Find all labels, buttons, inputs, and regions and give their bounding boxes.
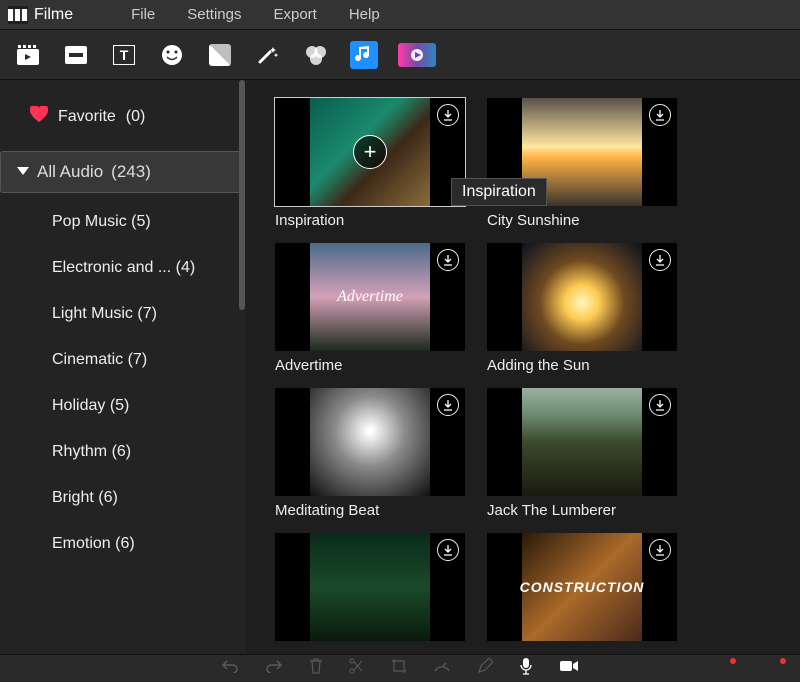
- sidebar-category[interactable]: Holiday (5): [0, 383, 245, 429]
- audio-card[interactable]: Advertime Advertime: [275, 243, 465, 374]
- download-icon[interactable]: [437, 104, 459, 126]
- audio-card-label: Advertime: [275, 357, 465, 374]
- sticker-tab-icon[interactable]: [158, 41, 186, 69]
- audio-thumbnail[interactable]: +: [275, 98, 465, 206]
- sidebar-category-all-audio[interactable]: All Audio (243): [0, 151, 245, 193]
- audio-card[interactable]: [275, 533, 465, 641]
- audio-card-label: City Sunshine: [487, 212, 677, 229]
- media-tab-icon[interactable]: [14, 41, 42, 69]
- resources-tab-icon[interactable]: [398, 43, 436, 67]
- tooltip: Inspiration: [451, 178, 547, 206]
- audio-card[interactable]: CONSTRUCTION: [487, 533, 677, 641]
- download-icon[interactable]: [649, 104, 671, 126]
- all-audio-count: (243): [111, 162, 151, 182]
- audio-card[interactable]: Meditating Beat: [275, 388, 465, 519]
- audio-card[interactable]: Jack The Lumberer: [487, 388, 677, 519]
- menu-file[interactable]: File: [117, 2, 169, 27]
- menu-settings[interactable]: Settings: [173, 2, 255, 27]
- download-icon[interactable]: [649, 539, 671, 561]
- app-logo: Filme: [8, 6, 113, 24]
- audio-thumbnail[interactable]: CONSTRUCTION: [487, 533, 677, 641]
- content: Favorite (0) All Audio (243) Pop Music (…: [0, 80, 800, 654]
- thumb-overlay-text: Advertime: [337, 288, 403, 306]
- audio-thumbnail[interactable]: [487, 243, 677, 351]
- sidebar-category[interactable]: Light Music (7): [0, 291, 245, 337]
- add-icon[interactable]: +: [353, 135, 387, 169]
- logo-icon: [8, 6, 28, 24]
- notification-dot: [780, 658, 786, 664]
- text-tab-icon[interactable]: T: [110, 41, 138, 69]
- voiceover-icon[interactable]: [519, 657, 533, 680]
- menu-export[interactable]: Export: [259, 2, 330, 27]
- subtitle-tab-icon[interactable]: [62, 41, 90, 69]
- audio-card-label: Jack The Lumberer: [487, 502, 677, 519]
- audio-thumbnail[interactable]: [487, 388, 677, 496]
- sidebar-category[interactable]: Electronic and ... (4): [0, 245, 245, 291]
- transition-tab-icon[interactable]: [206, 41, 234, 69]
- bottombar: [0, 654, 800, 682]
- undo-icon[interactable]: [221, 659, 239, 678]
- favorite-count: (0): [126, 108, 146, 126]
- sidebar-category[interactable]: Pop Music (5): [0, 199, 245, 245]
- sidebar-category[interactable]: Rhythm (6): [0, 429, 245, 475]
- effects-tab-icon[interactable]: [254, 41, 282, 69]
- sidebar-category[interactable]: Emotion (6): [0, 521, 245, 567]
- audio-card-label: Adding the Sun: [487, 357, 677, 374]
- sidebar-favorite[interactable]: Favorite (0): [0, 98, 245, 135]
- all-audio-label: All Audio: [37, 162, 103, 182]
- audio-thumbnail[interactable]: [275, 533, 465, 641]
- app-name: Filme: [34, 6, 73, 24]
- audio-thumbnail[interactable]: [275, 388, 465, 496]
- sidebar-category[interactable]: Bright (6): [0, 475, 245, 521]
- toolbar: T: [0, 30, 800, 80]
- heart-icon: [30, 106, 48, 127]
- filters-tab-icon[interactable]: [302, 41, 330, 69]
- download-icon[interactable]: [437, 539, 459, 561]
- audio-grid: + Inspiration City Sunshine Advertime: [245, 80, 800, 654]
- menu-help[interactable]: Help: [335, 2, 394, 27]
- thumb-overlay-text: CONSTRUCTION: [520, 579, 645, 595]
- split-icon[interactable]: [349, 658, 365, 679]
- download-icon[interactable]: [437, 394, 459, 416]
- audio-card[interactable]: City Sunshine: [487, 98, 677, 229]
- speed-icon[interactable]: [433, 659, 451, 678]
- crop-icon[interactable]: [391, 658, 407, 679]
- delete-icon[interactable]: [309, 658, 323, 679]
- titlebar: Filme File Settings Export Help: [0, 0, 800, 30]
- download-icon[interactable]: [649, 394, 671, 416]
- audio-tab-icon[interactable]: [350, 41, 378, 69]
- download-icon[interactable]: [437, 249, 459, 271]
- favorite-label: Favorite: [58, 108, 116, 126]
- sidebar-category[interactable]: Cinematic (7): [0, 337, 245, 383]
- redo-icon[interactable]: [265, 659, 283, 678]
- svg-text:T: T: [120, 47, 129, 63]
- audio-card-label: Inspiration: [275, 212, 465, 229]
- record-icon[interactable]: [559, 659, 579, 678]
- audio-card[interactable]: + Inspiration: [275, 98, 465, 229]
- audio-card[interactable]: Adding the Sun: [487, 243, 677, 374]
- edit-icon[interactable]: [477, 658, 493, 679]
- download-icon[interactable]: [649, 249, 671, 271]
- chevron-down-icon: [17, 162, 29, 182]
- sidebar: Favorite (0) All Audio (243) Pop Music (…: [0, 80, 245, 654]
- notification-dot: [730, 658, 736, 664]
- audio-card-label: Meditating Beat: [275, 502, 465, 519]
- audio-thumbnail[interactable]: Advertime: [275, 243, 465, 351]
